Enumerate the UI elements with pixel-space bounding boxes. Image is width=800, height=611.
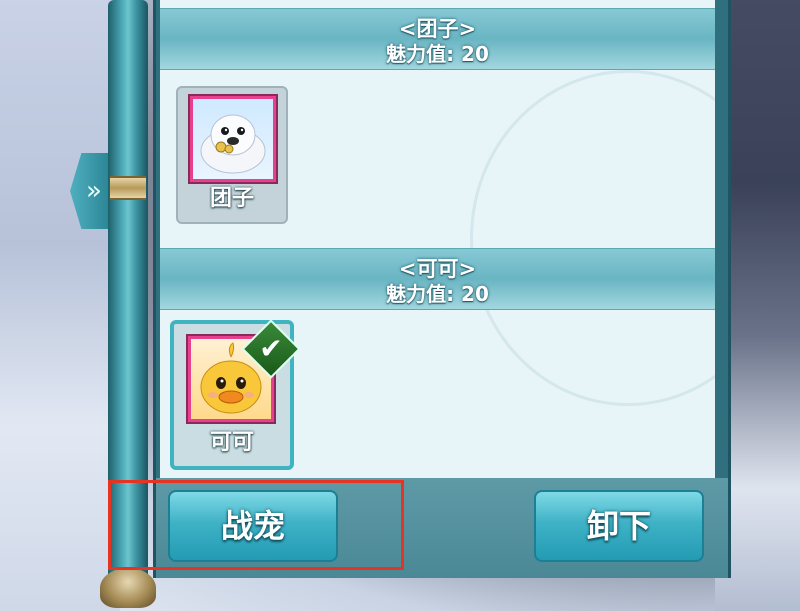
- group-charm: 魅力值: 20: [386, 282, 489, 306]
- pet-label: 可可: [209, 430, 254, 455]
- group-header-tuanzi: <团子> 魅力值: 20: [160, 8, 715, 70]
- dragon-watermark: [470, 70, 715, 406]
- highlight-box: [108, 480, 404, 570]
- scroll-rod-cap: [100, 568, 156, 608]
- seal-pet-icon: [193, 99, 273, 179]
- group-header-keke: <可可> 魅力值: 20: [160, 248, 715, 310]
- pet-label: 团子: [209, 186, 254, 211]
- pet-card-tuanzi[interactable]: 团子: [176, 86, 288, 224]
- group-charm: 魅力值: 20: [386, 42, 489, 66]
- unequip-button[interactable]: 卸下: [534, 490, 704, 562]
- double-chevron-right-icon: »: [86, 176, 102, 206]
- background-left: [0, 0, 120, 611]
- scroll-rod-band: [110, 176, 146, 200]
- group-name: <团子>: [398, 17, 477, 41]
- group-name: <可可>: [398, 257, 477, 281]
- check-icon: ✔: [259, 332, 283, 365]
- pet-portrait-frame: [188, 94, 278, 184]
